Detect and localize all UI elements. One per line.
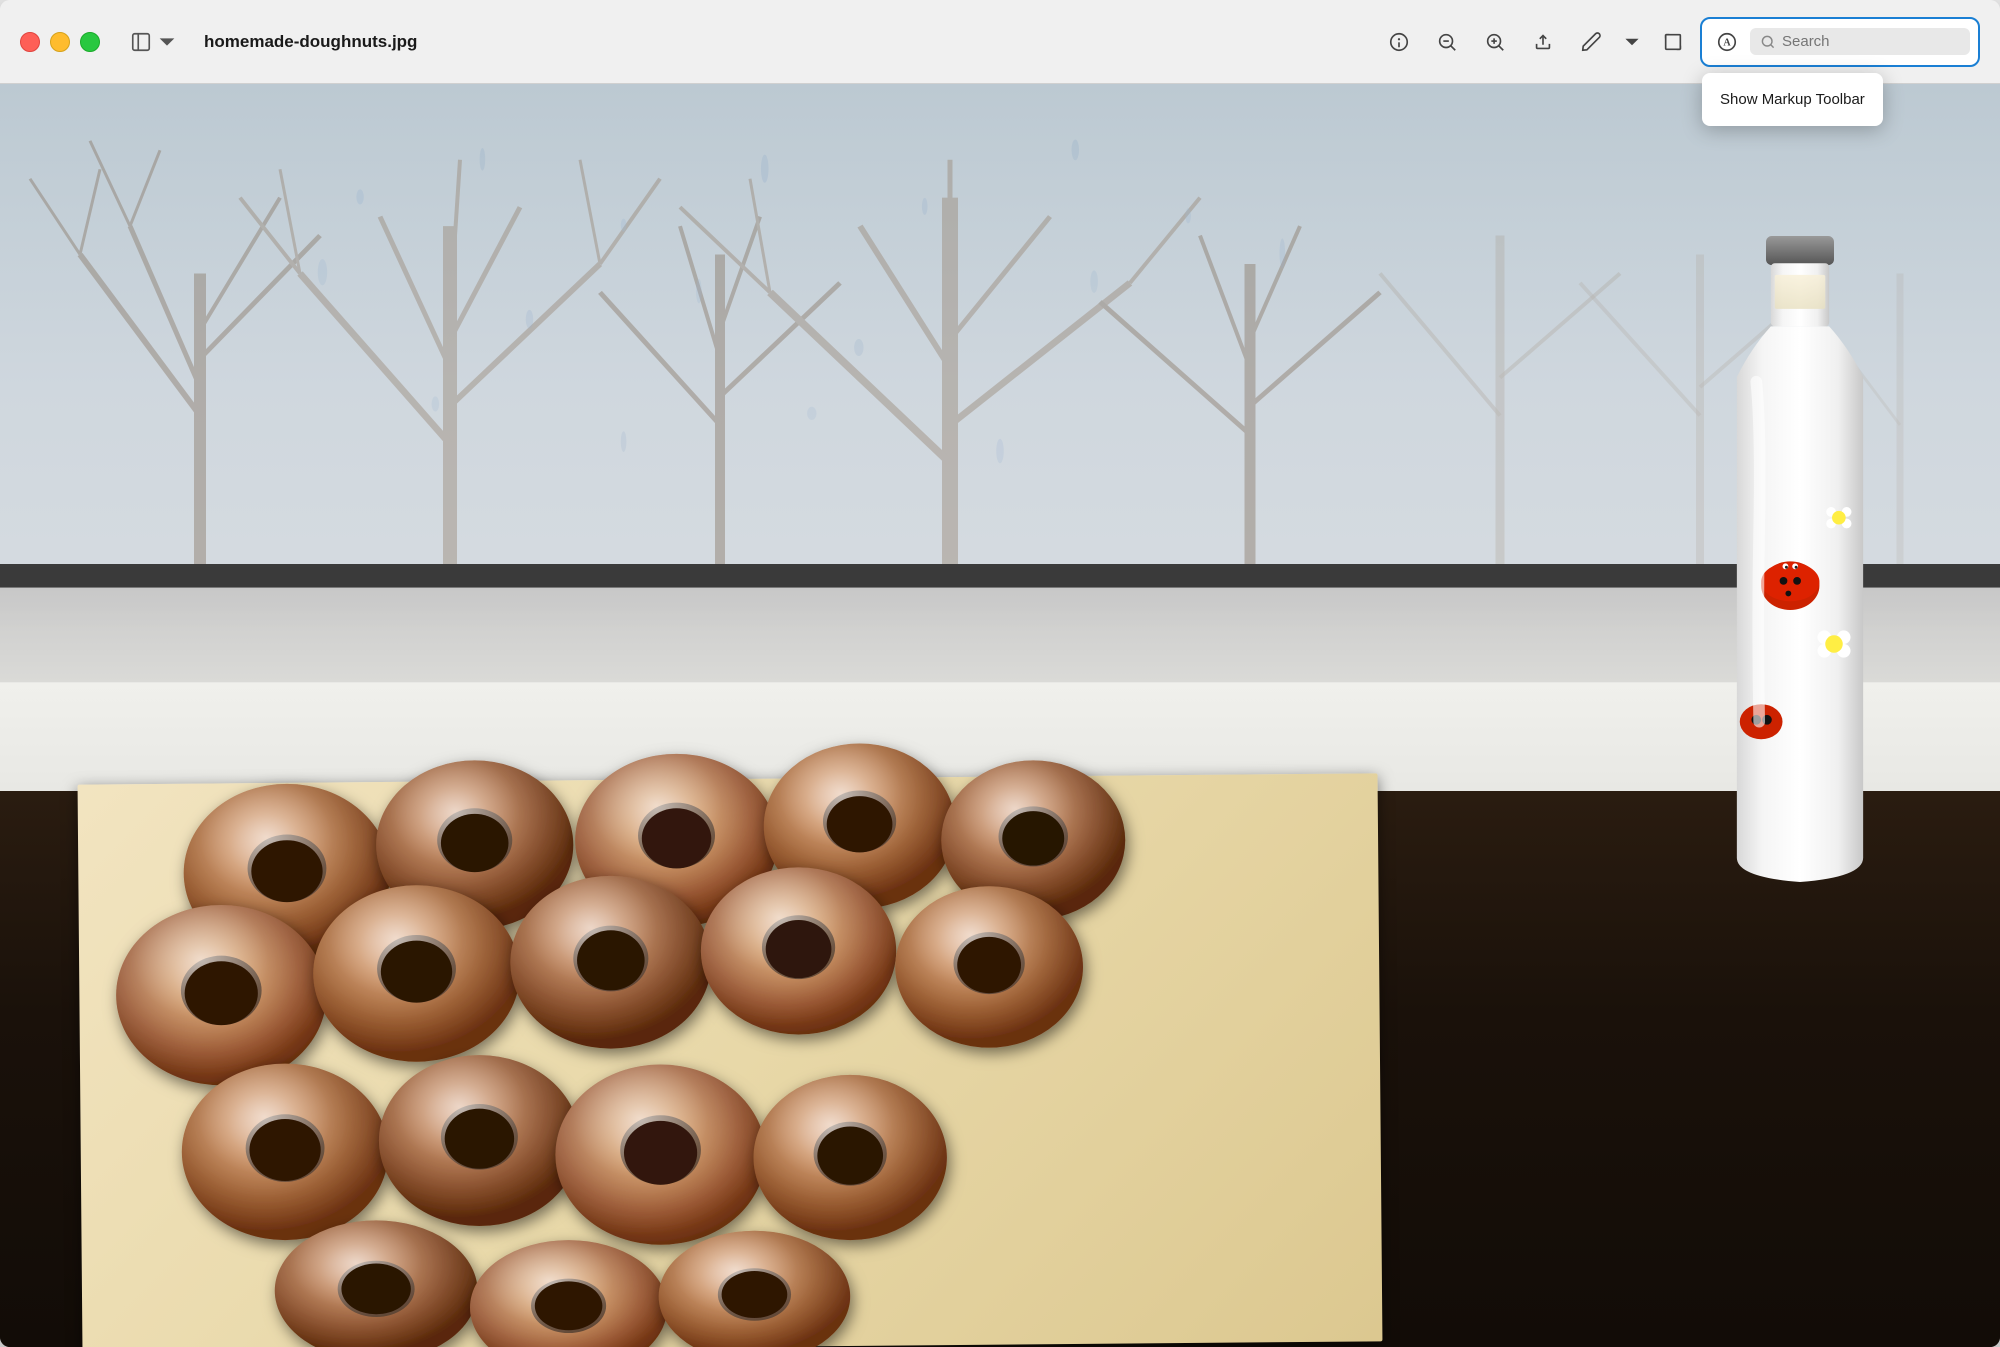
markup-dropdown: Show Markup Toolbar — [1702, 73, 1883, 126]
search-markup-container: A Show Markup Toolbar — [1700, 17, 1980, 67]
markup-icon-button[interactable]: A — [1708, 23, 1746, 61]
search-icon — [1760, 34, 1776, 50]
app-window: homemade-doughnuts.jpg — [0, 0, 2000, 1347]
close-button[interactable] — [20, 32, 40, 52]
search-wrapper[interactable] — [1750, 28, 1970, 55]
sidebar-icon — [130, 31, 152, 53]
zoom-out-button[interactable] — [1426, 21, 1468, 63]
traffic-lights — [20, 32, 100, 52]
show-markup-toolbar-item[interactable]: Show Markup Toolbar — [1702, 81, 1883, 118]
toolbar-icons: A Show Markup Toolbar — [1378, 17, 1980, 67]
chevron-down-icon — [156, 31, 178, 53]
share-button[interactable] — [1522, 21, 1564, 63]
search-input[interactable] — [1782, 33, 1960, 50]
photo-scene — [0, 84, 2000, 1347]
markup-pen-icon: A — [1716, 31, 1738, 53]
titlebar: homemade-doughnuts.jpg — [0, 0, 2000, 84]
donuts-svg — [40, 690, 1360, 1347]
filename-label: homemade-doughnuts.jpg — [204, 32, 417, 52]
image-viewer — [0, 84, 2000, 1347]
info-button[interactable] — [1378, 21, 1420, 63]
zoom-in-button[interactable] — [1474, 21, 1516, 63]
minimize-button[interactable] — [50, 32, 70, 52]
condensation-svg — [0, 84, 2000, 564]
maximize-button[interactable] — [80, 32, 100, 52]
resize-icon — [1662, 31, 1684, 53]
annotate-button[interactable] — [1570, 21, 1612, 63]
pencil-icon — [1580, 31, 1602, 53]
markup-chevron-button[interactable] — [1618, 21, 1646, 63]
zoom-in-icon — [1484, 31, 1506, 53]
info-icon — [1388, 31, 1410, 53]
sidebar-toggle-button[interactable] — [120, 25, 188, 59]
chevron-down-small-icon — [1621, 31, 1643, 53]
resize-button[interactable] — [1652, 21, 1694, 63]
svg-text:A: A — [1723, 37, 1731, 48]
share-icon — [1532, 31, 1554, 53]
zoom-out-icon — [1436, 31, 1458, 53]
